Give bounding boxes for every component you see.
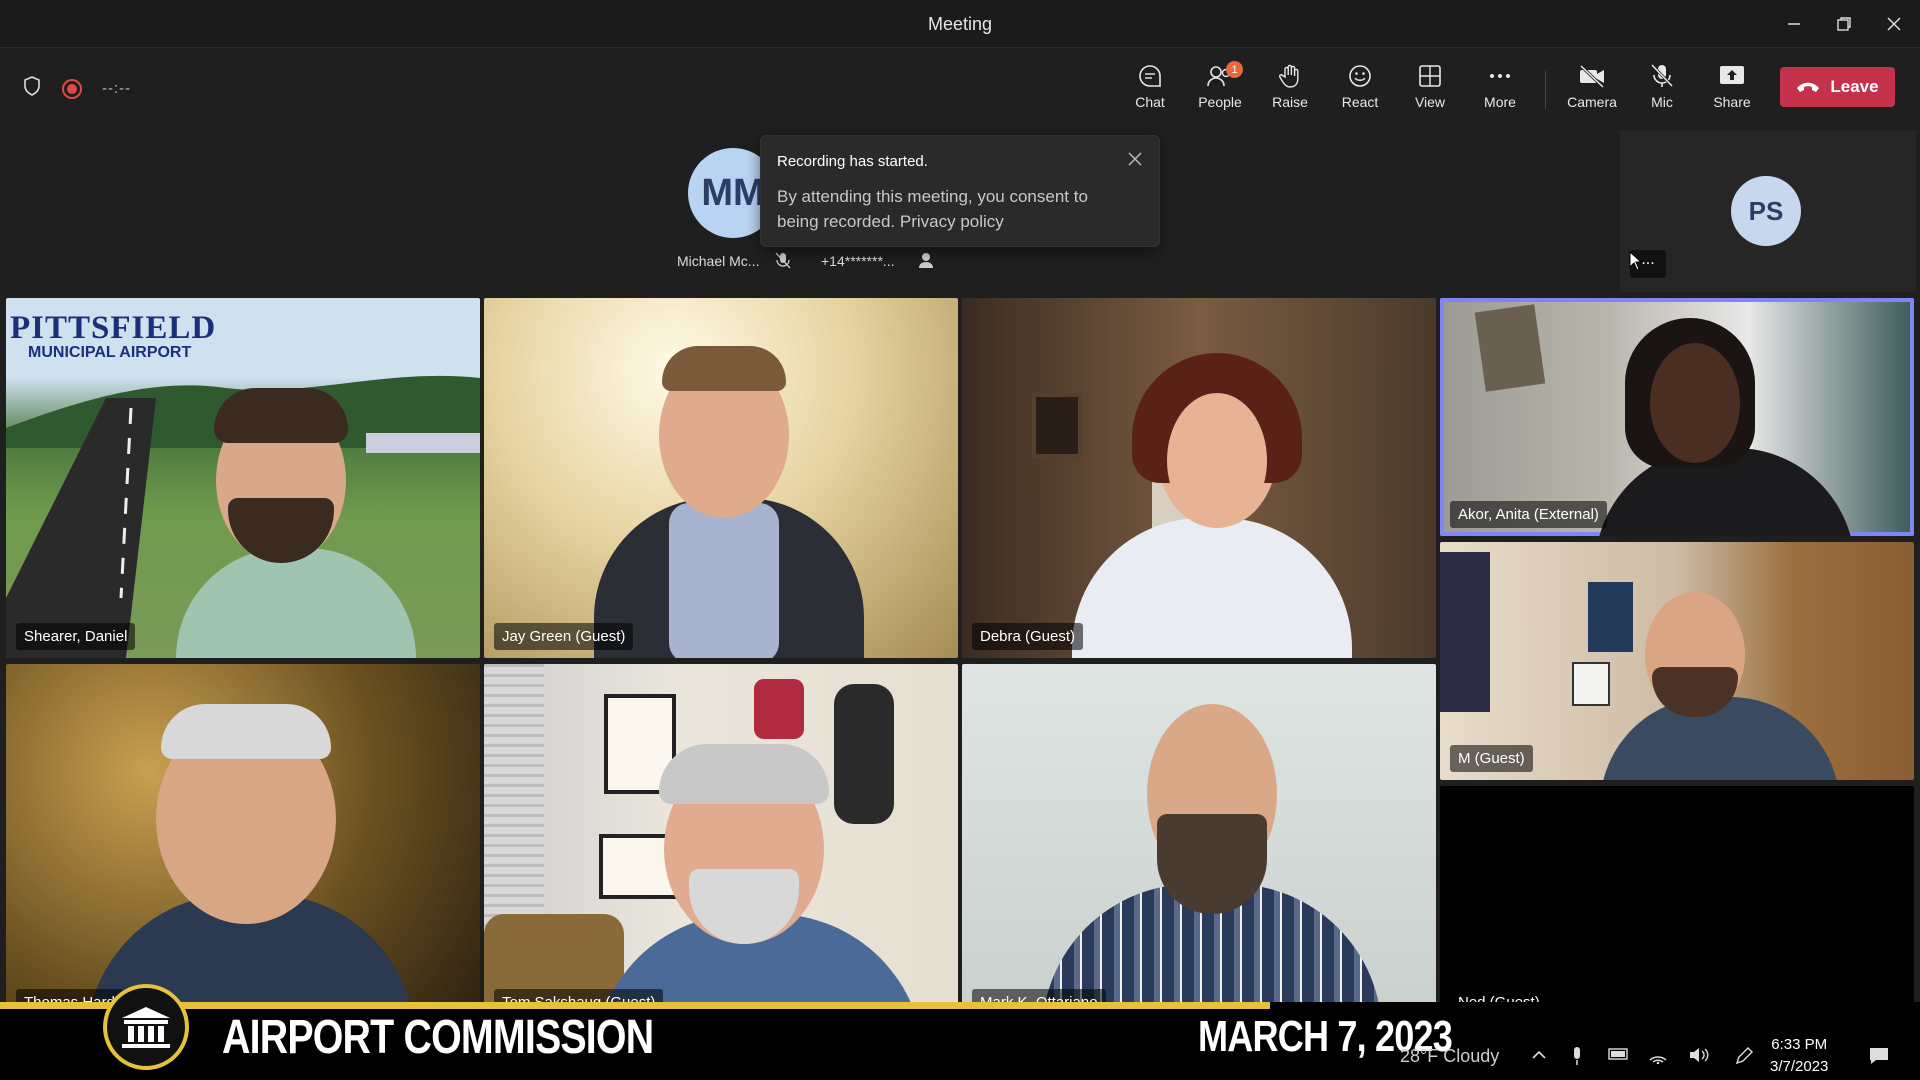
pen-icon[interactable] xyxy=(1734,1046,1754,1071)
minimize-button[interactable] xyxy=(1774,10,1814,38)
restore-button[interactable] xyxy=(1824,10,1864,38)
mic-button[interactable]: Mic xyxy=(1630,59,1694,119)
close-icon[interactable] xyxy=(1127,151,1143,172)
avatar-initials: PS xyxy=(1748,195,1784,226)
participant-name: M (Guest) xyxy=(1450,745,1533,772)
share-label: Share xyxy=(1713,94,1751,110)
chevron-up-icon[interactable] xyxy=(1530,1046,1548,1069)
hand-icon xyxy=(1279,64,1299,88)
participant-label-michael: Michael Mc... xyxy=(677,253,760,269)
recording-toast: Recording has started. By attending this… xyxy=(760,135,1160,247)
toast-title: Recording has started. xyxy=(777,153,928,170)
leave-label: Leave xyxy=(1830,77,1879,96)
video-tile-m-guest[interactable]: M (Guest) xyxy=(1440,542,1914,780)
camera-label: Camera xyxy=(1567,94,1617,110)
video-tile-shearer[interactable]: PITTSFIELD MUNICIPAL AIRPORT Shearer, Da… xyxy=(6,298,480,658)
phone-hangup-icon xyxy=(1797,82,1820,92)
microphone-tray-icon[interactable] xyxy=(1570,1046,1584,1071)
clock-time: 6:33 PM xyxy=(1771,1036,1828,1053)
clock-date: 3/7/2023 xyxy=(1770,1058,1829,1075)
view-button[interactable]: View xyxy=(1398,59,1462,119)
notification-icon[interactable] xyxy=(1868,1046,1890,1071)
muted-mic-icon xyxy=(775,252,791,275)
window-title: Meeting xyxy=(927,14,993,34)
meeting-timer: --:-- xyxy=(102,80,132,97)
video-tile-jay-green[interactable]: Jay Green (Guest) xyxy=(484,298,958,658)
mic-label: Mic xyxy=(1651,94,1673,110)
leave-button[interactable]: Leave xyxy=(1780,67,1895,107)
more-dots-icon xyxy=(1490,74,1510,78)
mic-off-icon xyxy=(1650,63,1674,88)
people-badge: 1 xyxy=(1226,61,1243,78)
person-hair xyxy=(659,744,829,804)
person-face-front xyxy=(1167,393,1267,528)
taskbar-clock[interactable]: 6:33 PM 3/7/2023 xyxy=(1770,1034,1828,1078)
hanging-coat xyxy=(834,684,894,824)
video-tile-debra[interactable]: Debra (Guest) xyxy=(962,298,1436,658)
raise-hand-button[interactable]: Raise xyxy=(1258,59,1322,119)
toolbar-divider xyxy=(1545,71,1546,109)
grid-icon xyxy=(1419,65,1441,87)
people-label: People xyxy=(1198,94,1242,110)
react-button[interactable]: React xyxy=(1328,59,1392,119)
wall-sign xyxy=(1588,582,1633,652)
camera-button[interactable]: Camera xyxy=(1560,59,1624,119)
chat-icon xyxy=(1139,65,1161,87)
share-screen-icon xyxy=(1720,66,1744,84)
person-face xyxy=(1650,343,1740,463)
video-tile-thomas[interactable]: Thomas Hard xyxy=(6,664,480,1024)
battery-icon[interactable] xyxy=(1608,1046,1630,1067)
chat-button[interactable]: Chat xyxy=(1118,59,1182,119)
recording-indicator-icon xyxy=(62,78,82,99)
wall-picture xyxy=(1032,393,1082,458)
person-hair xyxy=(214,388,348,443)
more-label: More xyxy=(1484,94,1516,110)
title-bar: Meeting xyxy=(0,0,1920,48)
volume-icon[interactable] xyxy=(1688,1046,1710,1069)
banner-accent-bar xyxy=(0,1002,1270,1009)
share-button[interactable]: Share xyxy=(1700,59,1764,119)
person-sweater xyxy=(1072,518,1352,658)
participant-label-phone: +14*******... xyxy=(821,253,895,269)
close-window-button[interactable] xyxy=(1874,10,1914,38)
airport-logo-line1: PITTSFIELD xyxy=(10,310,217,346)
toast-body: By attending this meeting, you consent t… xyxy=(777,187,1088,231)
person-shirt xyxy=(669,503,779,658)
person-hair xyxy=(662,346,786,391)
video-tile-akor-anita[interactable]: Akor, Anita (External) xyxy=(1440,298,1914,536)
meeting-toolbar: --:-- Chat 1 People Raise React View Mor… xyxy=(0,49,1920,125)
participant-name: Shearer, Daniel xyxy=(16,623,136,650)
shield-icon[interactable] xyxy=(22,75,42,102)
chat-label: Chat xyxy=(1135,94,1165,110)
camera-off-icon xyxy=(1579,64,1605,89)
weather-widget[interactable]: 28°F Cloudy xyxy=(1400,1046,1499,1067)
people-button[interactable]: 1 People xyxy=(1188,59,1252,119)
participant-name: Akor, Anita (External) xyxy=(1450,501,1607,528)
more-button[interactable]: More xyxy=(1468,59,1532,119)
building-seal-icon xyxy=(103,984,189,1070)
avatar-ps: PS xyxy=(1731,176,1801,246)
avatar-initials: MM xyxy=(701,171,765,214)
person-hair xyxy=(161,704,331,759)
participant-name: Debra (Guest) xyxy=(972,623,1084,650)
view-label: View xyxy=(1414,94,1446,110)
react-label: React xyxy=(1341,94,1379,110)
raise-label: Raise xyxy=(1272,94,1308,110)
smiley-icon xyxy=(1349,65,1371,87)
hanging-bag xyxy=(754,679,804,739)
curtain xyxy=(1440,552,1490,712)
video-tile-tom-sakshaug[interactable]: Tom Sakshaug (Guest) xyxy=(484,664,958,1024)
self-preview-panel[interactable]: PS ... xyxy=(1620,130,1916,292)
mouse-cursor-icon xyxy=(1629,250,1643,276)
video-tile-ned[interactable]: Ned (Guest) xyxy=(1440,786,1914,1024)
wall-item xyxy=(1474,304,1546,392)
wifi-icon[interactable] xyxy=(1648,1046,1668,1069)
phone-caller-icon xyxy=(918,251,936,274)
banner-title: AIRPORT COMMISSION xyxy=(222,1011,654,1064)
frame xyxy=(1572,662,1610,706)
participant-name: Jay Green (Guest) xyxy=(494,623,634,650)
video-tile-mark-ottariano[interactable]: Mark K. Ottariano xyxy=(962,664,1436,1024)
airport-logo-line2: MUNICIPAL AIRPORT xyxy=(28,344,192,361)
